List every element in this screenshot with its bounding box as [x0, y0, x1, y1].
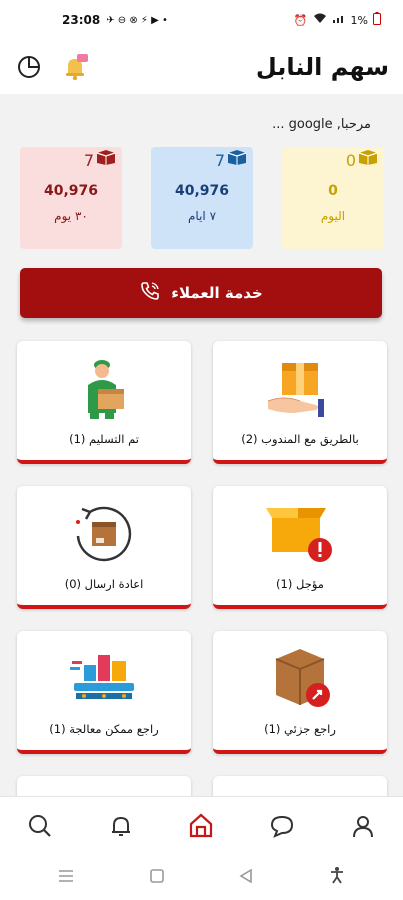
- stat-card-7days[interactable]: 7 40,976 ٧ ايام: [151, 147, 253, 249]
- tile-return-processable[interactable]: راجع ممكن معالجة (1): [17, 631, 191, 754]
- box-icon: [227, 149, 247, 169]
- box-icon: [358, 149, 378, 169]
- status-bar: 23:08 ✈ ⊖ ⊗ ⚡ ▶ • ⏰ 1%: [0, 0, 403, 40]
- nav-chat-icon[interactable]: [262, 806, 302, 846]
- stat-card-30days[interactable]: 7 40,976 ٣٠ يوم: [20, 147, 122, 249]
- tile-label: مؤجل (1): [276, 577, 324, 591]
- box-alert-icon: [264, 500, 336, 566]
- stat-label: اليوم: [320, 209, 346, 223]
- notification-bell-icon[interactable]: [60, 52, 90, 82]
- notification-icons: ✈ ⊖ ⊗ ⚡ ▶ •: [106, 14, 168, 26]
- recent-apps-icon[interactable]: [58, 868, 74, 887]
- nav-user-icon[interactable]: [343, 806, 383, 846]
- stat-amount: 40,976: [174, 183, 230, 199]
- tile-resend[interactable]: اعادة ارسال (0): [17, 486, 191, 609]
- bottom-navigation: [0, 796, 403, 854]
- tile-on-the-way[interactable]: بالطريق مع المندوب (2): [213, 341, 387, 464]
- courier-delivery-icon: [68, 355, 140, 421]
- alarm-icon: ⏰: [293, 13, 308, 27]
- signal-icon: [332, 13, 346, 27]
- system-navigation-bar: [0, 854, 403, 900]
- tile-label: راجع ممكن معالجة (1): [49, 722, 159, 736]
- nav-bell-icon[interactable]: [101, 806, 141, 846]
- battery-icon: [373, 12, 381, 28]
- nav-home-icon[interactable]: [181, 806, 221, 846]
- battery-level: 1%: [350, 13, 368, 27]
- tile-label: راجع جزئي (1): [264, 722, 336, 736]
- tile-delivered[interactable]: تم التسليم (1): [17, 341, 191, 464]
- tile-label: اعادة ارسال (0): [64, 577, 144, 591]
- stat-label: ٧ ايام: [187, 209, 217, 223]
- conveyor-boxes-icon: [68, 645, 140, 711]
- accessibility-icon[interactable]: [329, 866, 345, 888]
- box-return-icon: [264, 645, 336, 711]
- return-box-icon: [68, 500, 140, 566]
- delivery-hand-box-icon: [264, 355, 336, 421]
- stat-amount: 40,976: [43, 183, 99, 199]
- phone-call-icon: [139, 280, 161, 306]
- stat-count: 7: [83, 151, 94, 170]
- home-square-icon[interactable]: [149, 868, 164, 887]
- app-header: سهم النابل: [0, 40, 403, 94]
- stat-amount: 0: [328, 183, 338, 199]
- app-title: سهم النابل: [255, 53, 389, 81]
- greeting-text: مرحبا, google ...: [272, 117, 371, 132]
- stat-label: ٣٠ يوم: [54, 209, 88, 223]
- box-icon: [96, 149, 116, 169]
- stat-card-today[interactable]: 0 0 اليوم: [282, 147, 384, 249]
- status-time: 23:08: [62, 13, 101, 27]
- tile-postponed[interactable]: مؤجل (1): [213, 486, 387, 609]
- chart-pie-icon[interactable]: [14, 52, 44, 82]
- cs-label: خدمة العملاء: [171, 284, 263, 302]
- tile-partial-return[interactable]: راجع جزئي (1): [213, 631, 387, 754]
- wifi-icon: [313, 13, 327, 27]
- stat-count: 0: [345, 151, 356, 170]
- tile-label: بالطريق مع المندوب (2): [241, 432, 359, 446]
- tile-label: تم التسليم (1): [69, 432, 139, 446]
- stat-count: 7: [214, 151, 225, 170]
- customer-service-button[interactable]: خدمة العملاء: [20, 268, 382, 318]
- back-icon[interactable]: [239, 868, 253, 887]
- nav-search-icon[interactable]: [20, 806, 60, 846]
